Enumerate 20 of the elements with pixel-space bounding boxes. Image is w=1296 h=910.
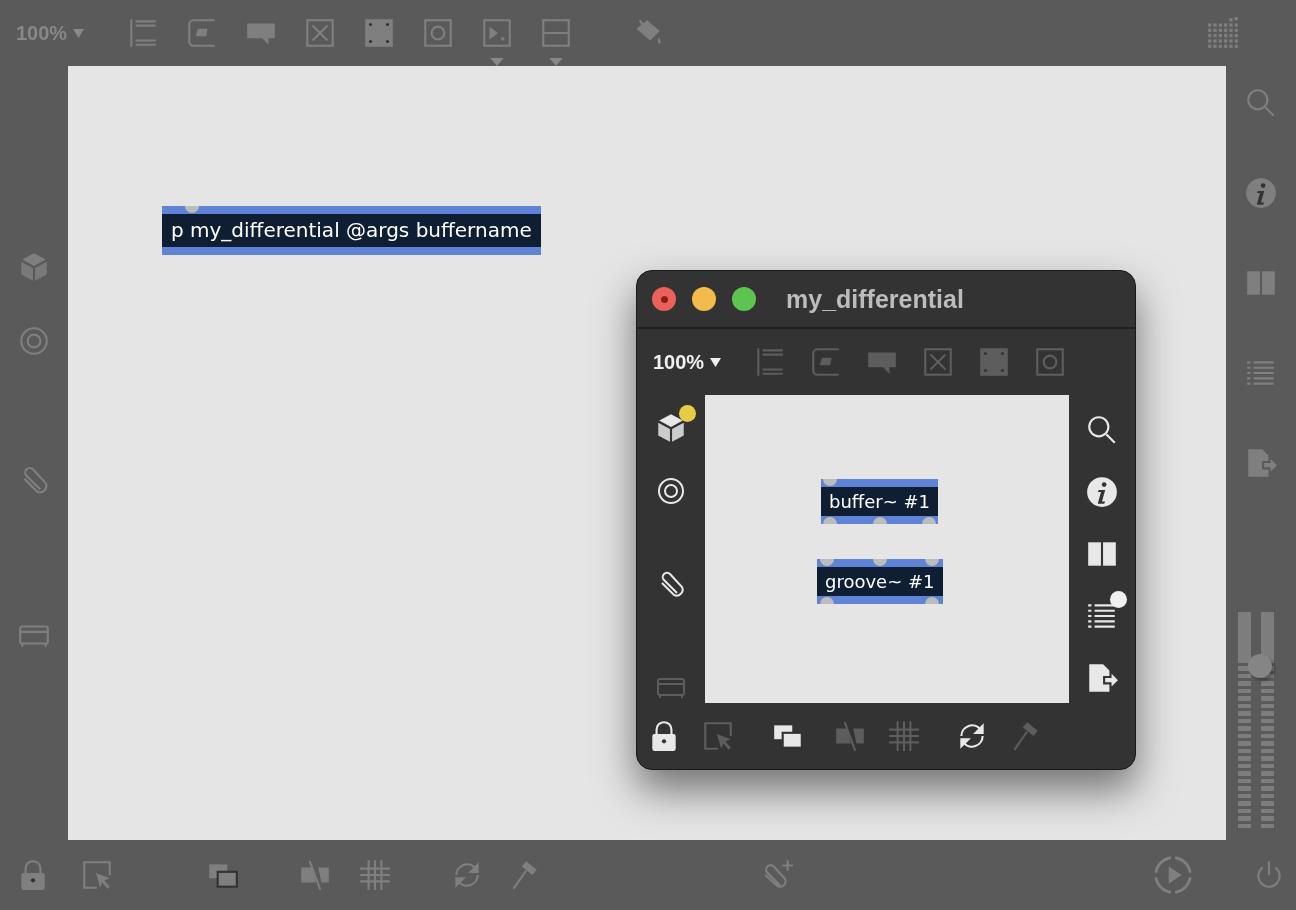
window-title: my_differential [786, 284, 964, 314]
grid-icon[interactable] [887, 719, 921, 753]
grid-dots-icon[interactable] [1206, 16, 1240, 50]
object-box[interactable]: buffer~ #1 [821, 479, 939, 524]
notification-dot [1110, 591, 1127, 608]
info-icon[interactable] [1085, 475, 1119, 509]
close-button[interactable] [652, 287, 676, 311]
zoom-button[interactable] [732, 287, 756, 311]
select-cursor-icon[interactable] [701, 719, 735, 753]
grid-icon[interactable] [358, 858, 392, 892]
hide-icon[interactable] [298, 858, 332, 892]
minimize-button[interactable] [692, 287, 716, 311]
object-box[interactable]: p my_differential @args buffername [162, 206, 541, 255]
volume-slider[interactable] [1238, 612, 1274, 828]
notification-dot [679, 405, 696, 422]
caret-icon[interactable] [710, 357, 722, 367]
object-box[interactable]: groove~ #1 [817, 559, 943, 604]
select-cursor-icon[interactable] [80, 858, 114, 892]
zoom-dropdown[interactable]: 100% [653, 350, 722, 374]
hide-icon[interactable] [833, 719, 867, 753]
